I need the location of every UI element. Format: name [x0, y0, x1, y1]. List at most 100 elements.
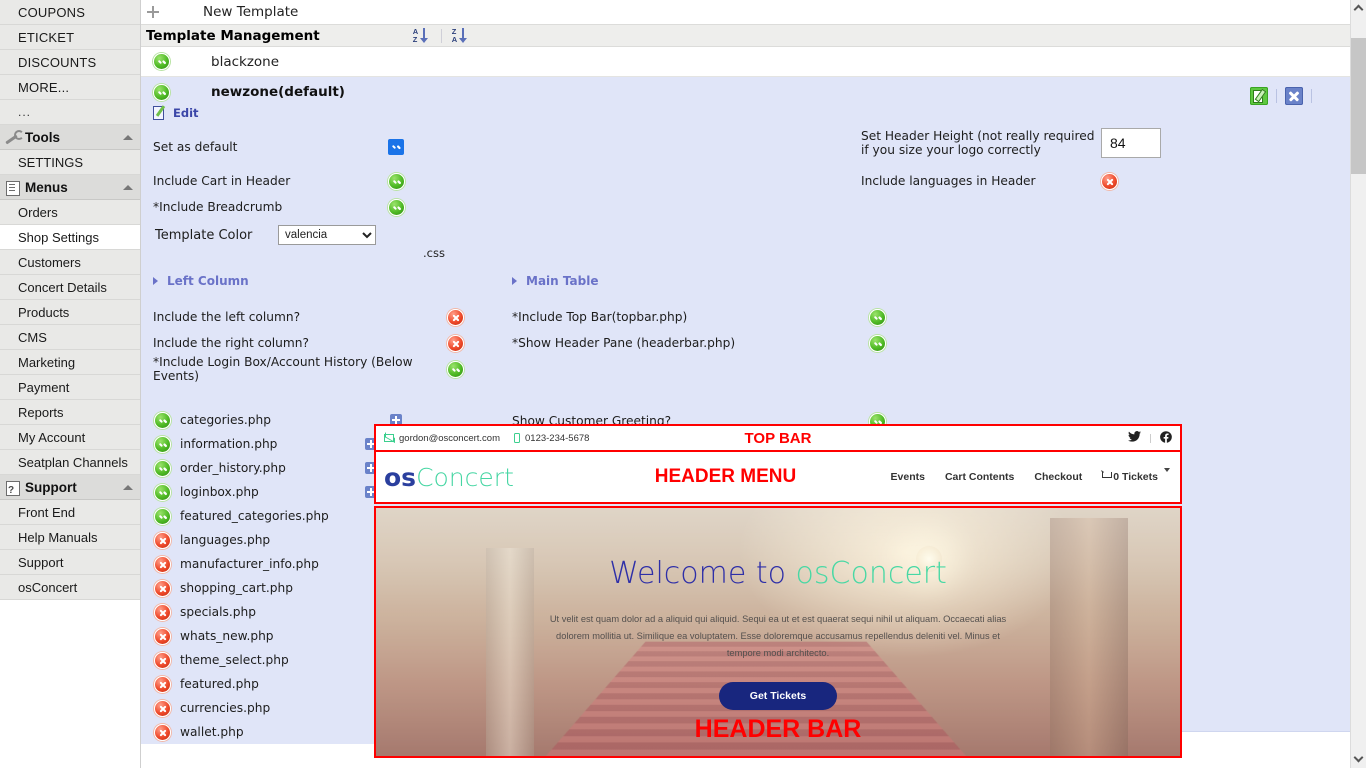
twitter-icon[interactable]: [1128, 431, 1141, 445]
sidebar-section-menus[interactable]: Menus: [0, 175, 140, 200]
status-ok-icon: [153, 84, 170, 101]
sidebar-item-front-end[interactable]: Front End: [0, 500, 140, 525]
sidebar-item-osconcert[interactable]: osConcert: [0, 575, 140, 600]
status-off-icon[interactable]: [154, 676, 171, 693]
header-height-input[interactable]: 84: [1101, 128, 1161, 158]
sort-az-arrowhead: [420, 38, 428, 43]
status-off-icon[interactable]: [154, 652, 171, 669]
file-name: categories.php: [180, 413, 365, 427]
include-breadcrumb-status-icon[interactable]: [388, 199, 405, 216]
sidebar-item-coupons[interactable]: COUPONS: [0, 0, 140, 25]
sidebar-sections: ToolsSETTINGSMenusOrdersShop SettingsCus…: [0, 125, 140, 600]
detail-header: newzone(default): [141, 77, 1352, 103]
file-name: featured.php: [180, 677, 365, 691]
chevron-up-icon[interactable]: [123, 485, 133, 490]
include-cart-status-icon[interactable]: [388, 173, 405, 190]
status-off-icon[interactable]: [154, 604, 171, 621]
status-ok-icon[interactable]: [447, 361, 464, 378]
template-preview: gordon@osconcert.com 0123-234-5678 TOP B…: [374, 424, 1182, 758]
sidebar-item-settings[interactable]: SETTINGS: [0, 150, 140, 175]
chevron-up-icon[interactable]: [123, 185, 133, 190]
status-ok-icon[interactable]: [154, 484, 171, 501]
left-column-option: Include the right column?: [141, 330, 498, 356]
sidebar-item-payment[interactable]: Payment: [0, 375, 140, 400]
template-row[interactable]: blackzone: [141, 47, 1352, 77]
status-ok-icon[interactable]: [869, 335, 886, 352]
status-off-icon[interactable]: [447, 309, 464, 326]
sidebar-item-concert-details[interactable]: Concert Details: [0, 275, 140, 300]
sidebar-item-[interactable]: ...: [0, 100, 140, 125]
sidebar-item-seatplan-channels[interactable]: Seatplan Channels: [0, 450, 140, 475]
status-off-icon[interactable]: [154, 628, 171, 645]
sidebar-section-tools[interactable]: Tools: [0, 125, 140, 150]
sort-za-arrowhead: [459, 38, 467, 43]
sidebar-item-shop-settings[interactable]: Shop Settings: [0, 225, 140, 250]
preview-topbar: gordon@osconcert.com 0123-234-5678 TOP B…: [376, 426, 1180, 450]
scroll-down-button[interactable]: [1351, 751, 1366, 768]
hero-content: Welcome to osConcert Ut velit est quam d…: [376, 508, 1180, 756]
status-off-icon[interactable]: [154, 700, 171, 717]
detail-actions: [1250, 87, 1312, 105]
status-off-icon[interactable]: [154, 580, 171, 597]
sidebar-item-reports[interactable]: Reports: [0, 400, 140, 425]
sidebar-item-orders[interactable]: Orders: [0, 200, 140, 225]
sidebar-item-products[interactable]: Products: [0, 300, 140, 325]
scroll-up-button[interactable]: [1351, 0, 1366, 17]
sidebar-item-eticket[interactable]: ETICKET: [0, 25, 140, 50]
sort-az-icon[interactable]: A Z: [412, 27, 432, 45]
file-name: whats_new.php: [180, 629, 365, 643]
page-title: Template Management: [146, 28, 320, 44]
chevron-down-icon[interactable]: [1164, 468, 1170, 472]
include-languages-status-icon[interactable]: [1101, 173, 1118, 190]
status-ok-icon[interactable]: [869, 309, 886, 326]
sidebar-item-support[interactable]: Support: [0, 550, 140, 575]
sidebar-item-cms[interactable]: CMS: [0, 325, 140, 350]
sidebar-item-help-manuals[interactable]: Help Manuals: [0, 525, 140, 550]
preview-menu-link[interactable]: Cart Contents: [945, 471, 1014, 483]
set-as-default-checkbox[interactable]: [388, 139, 404, 155]
sidebar-item-discounts[interactable]: DISCOUNTS: [0, 50, 140, 75]
chevron-up-icon[interactable]: [123, 135, 133, 140]
preview-social-links: [1128, 431, 1172, 446]
get-tickets-button[interactable]: Get Tickets: [719, 682, 837, 710]
edit-template-icon[interactable]: [1250, 87, 1268, 105]
option-label: *Include Login Box/Account History (Belo…: [153, 355, 447, 383]
status-ok-icon[interactable]: [154, 508, 171, 525]
status-ok-icon[interactable]: [154, 412, 171, 429]
close-panel-icon[interactable]: [1285, 87, 1303, 105]
page-scrollbar[interactable]: [1350, 0, 1366, 768]
sort-za-icon[interactable]: Z A: [451, 27, 471, 45]
sidebar-item-customers[interactable]: Customers: [0, 250, 140, 275]
preview-menu-link[interactable]: Checkout: [1034, 471, 1082, 483]
left-column-options: Include the left column?Include the righ…: [141, 304, 498, 382]
status-off-icon[interactable]: [447, 335, 464, 352]
left-column-option: *Include Login Box/Account History (Belo…: [141, 356, 498, 382]
main-table-option: *Include Top Bar(topbar.php): [498, 304, 1352, 330]
new-template-row[interactable]: New Template: [141, 0, 1352, 24]
status-ok-icon[interactable]: [154, 436, 171, 453]
edit-link[interactable]: Edit: [141, 105, 199, 120]
sidebar: COUPONSETICKETDISCOUNTSMORE...... ToolsS…: [0, 0, 141, 768]
sidebar-item-my-account[interactable]: My Account: [0, 425, 140, 450]
status-off-icon[interactable]: [154, 724, 171, 741]
file-name: specials.php: [180, 605, 365, 619]
status-ok-icon[interactable]: [154, 460, 171, 477]
hero-title: Welcome to osConcert: [376, 556, 1180, 591]
status-off-icon[interactable]: [154, 532, 171, 549]
left-column-title: Left Column: [167, 274, 249, 288]
sort-za-bottom: A: [452, 36, 457, 44]
template-color-select[interactable]: valencia: [278, 225, 376, 245]
sidebar-item-marketing[interactable]: Marketing: [0, 350, 140, 375]
scrollbar-thumb[interactable]: [1351, 38, 1366, 174]
sidebar-item-more[interactable]: MORE...: [0, 75, 140, 100]
edit-link-label: Edit: [173, 106, 199, 120]
sidebar-section-support[interactable]: Support: [0, 475, 140, 500]
option-label-breadcrumb: *Include Breadcrumb: [153, 200, 388, 214]
preview-menu-link[interactable]: Events: [891, 471, 925, 483]
status-ok-icon[interactable]: [153, 53, 170, 70]
left-column-title-row[interactable]: Left Column: [141, 274, 498, 288]
main-table-title-row[interactable]: Main Table: [498, 274, 1352, 288]
status-off-icon[interactable]: [154, 556, 171, 573]
preview-cart-link[interactable]: 0 Tickets: [1102, 471, 1170, 483]
facebook-icon[interactable]: [1160, 431, 1172, 446]
